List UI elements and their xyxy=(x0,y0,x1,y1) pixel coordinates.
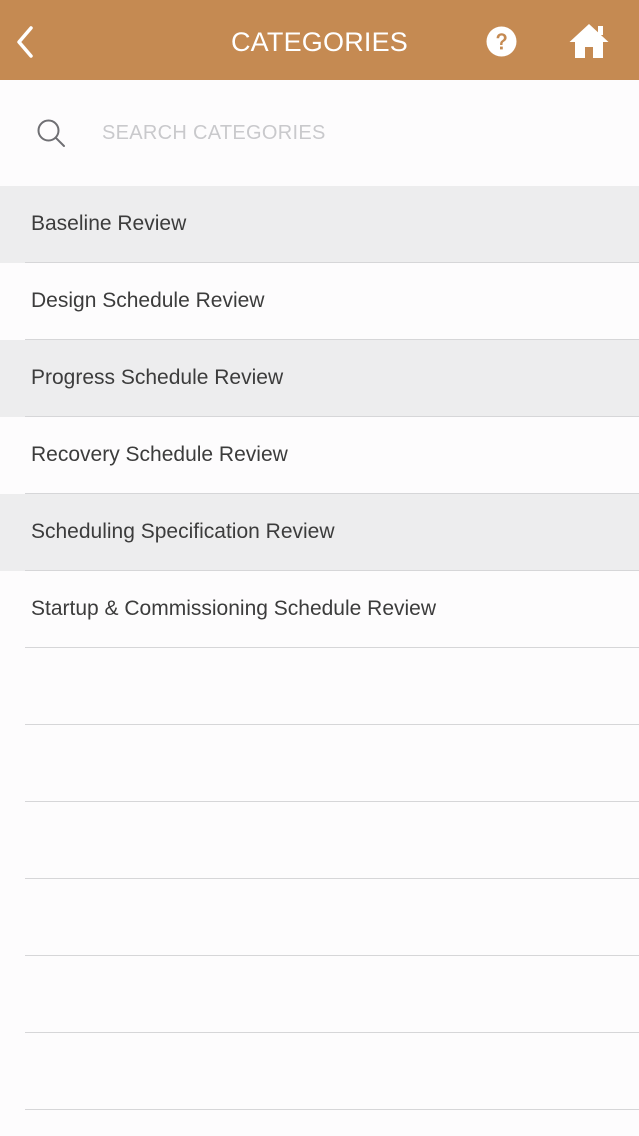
category-list: Baseline Review Design Schedule Review P… xyxy=(0,186,639,1110)
list-item[interactable]: Baseline Review xyxy=(0,186,639,263)
list-item[interactable]: Progress Schedule Review xyxy=(0,340,639,417)
chevron-left-icon xyxy=(17,26,33,58)
page-title: CATEGORIES xyxy=(230,27,409,57)
list-item-label: Scheduling Specification Review xyxy=(31,520,335,543)
home-button[interactable] xyxy=(568,22,610,60)
list-item[interactable]: Scheduling Specification Review xyxy=(0,494,639,571)
empty-row xyxy=(0,1033,639,1110)
list-item[interactable]: Startup & Commissioning Schedule Review xyxy=(0,571,639,648)
list-item-label: Baseline Review xyxy=(31,212,187,235)
list-item-label: Recovery Schedule Review xyxy=(31,443,288,466)
empty-row xyxy=(0,725,639,802)
home-icon xyxy=(569,24,609,58)
list-item[interactable]: Recovery Schedule Review xyxy=(0,417,639,494)
row-divider xyxy=(25,1109,639,1110)
question-circle-icon xyxy=(486,26,517,57)
list-item-label: Startup & Commissioning Schedule Review xyxy=(31,597,437,620)
empty-row xyxy=(0,802,639,879)
search-input[interactable] xyxy=(102,115,602,151)
list-item[interactable]: Design Schedule Review xyxy=(0,263,639,340)
header-bar: CATEGORIES xyxy=(0,0,639,80)
search-bar xyxy=(0,80,639,186)
back-button[interactable] xyxy=(8,20,42,64)
empty-row xyxy=(0,648,639,725)
empty-row xyxy=(0,879,639,956)
search-icon xyxy=(37,119,65,147)
list-item-label: Design Schedule Review xyxy=(31,289,265,312)
help-button[interactable] xyxy=(486,26,517,57)
empty-row xyxy=(0,956,639,1033)
list-item-label: Progress Schedule Review xyxy=(31,366,284,389)
